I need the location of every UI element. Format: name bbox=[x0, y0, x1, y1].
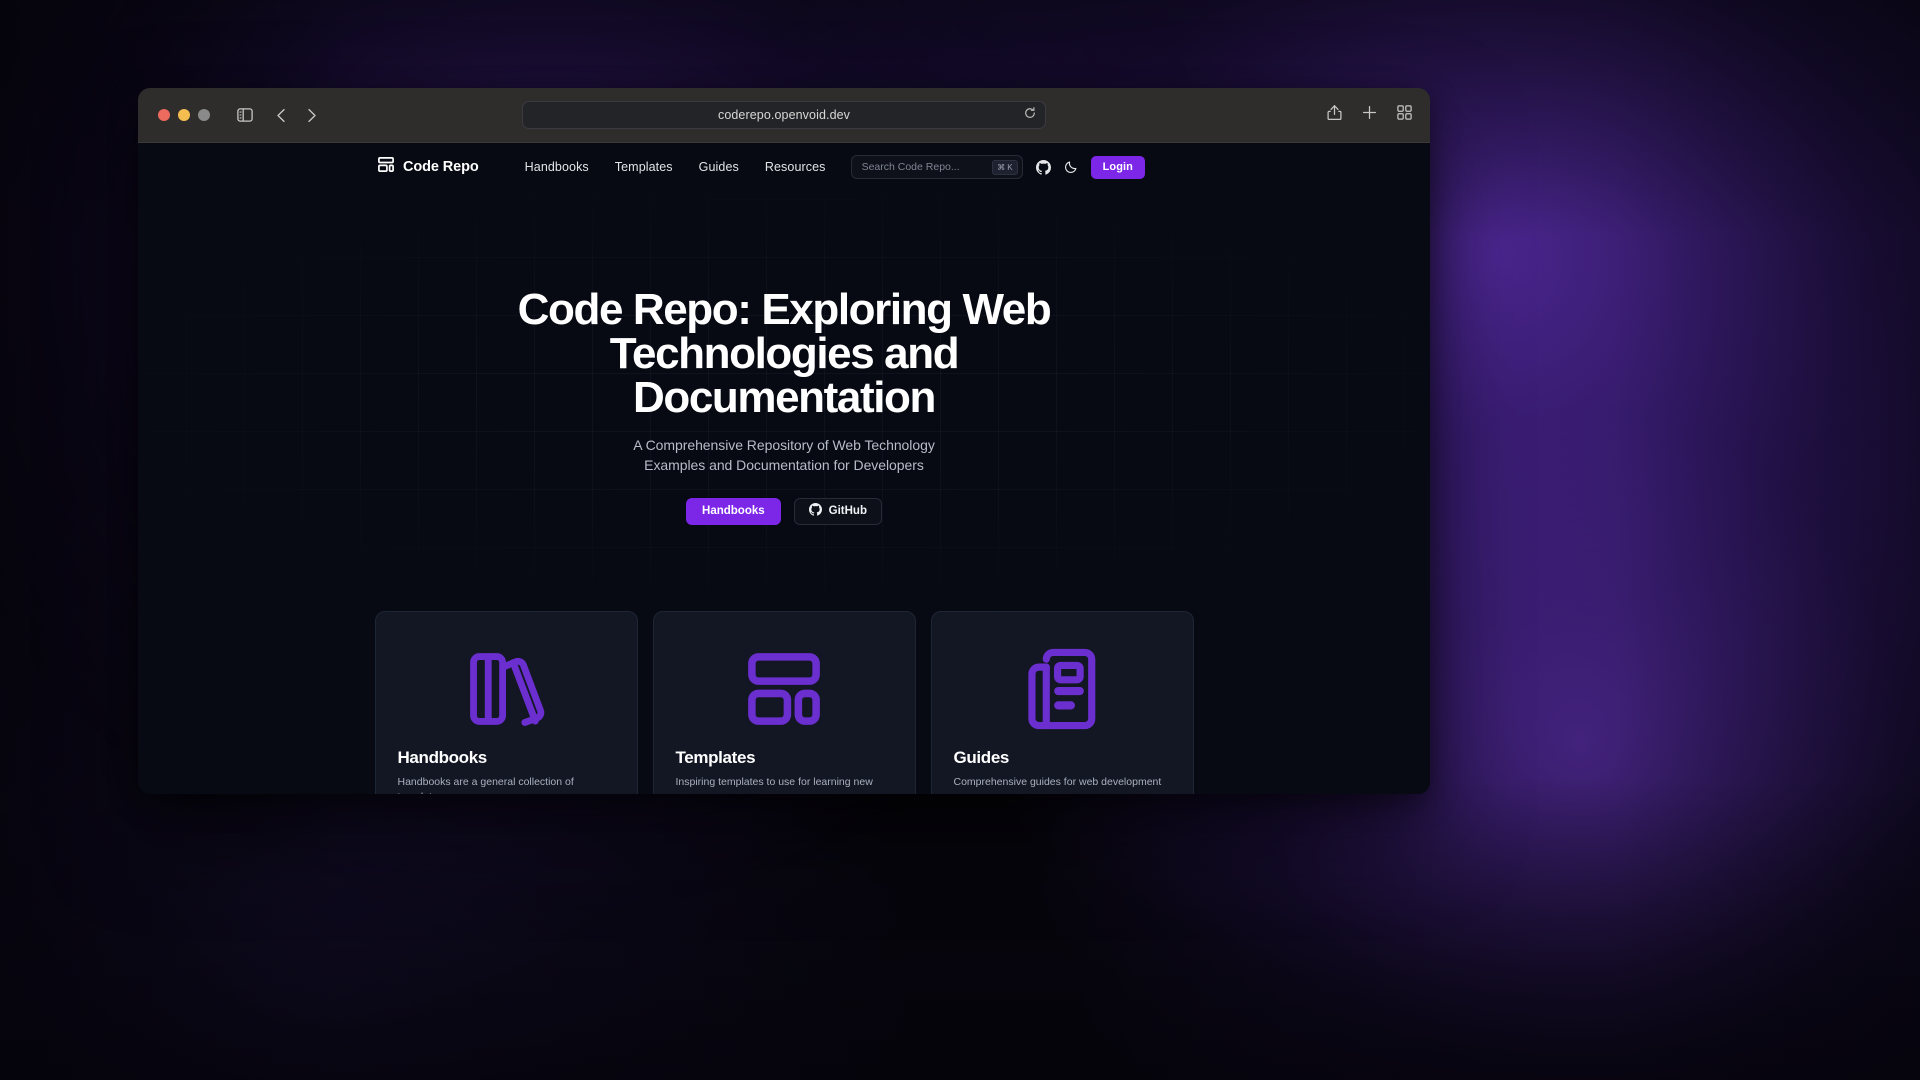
close-window-button[interactable] bbox=[158, 109, 170, 121]
nav-link-templates[interactable]: Templates bbox=[615, 160, 673, 174]
plus-icon[interactable] bbox=[1362, 105, 1377, 125]
feature-card-handbooks[interactable]: Handbooks Handbooks are a general collec… bbox=[374, 611, 638, 794]
page-title: Code Repo: Exploring Web Technologies an… bbox=[517, 285, 1052, 422]
address-bar-container: coderepo.openvoid.dev bbox=[138, 101, 1430, 129]
layout-dashboard-icon bbox=[743, 640, 825, 738]
back-button[interactable] bbox=[266, 101, 296, 129]
nav-link-guides[interactable]: Guides bbox=[699, 160, 739, 174]
url-text: coderepo.openvoid.dev bbox=[717, 108, 851, 122]
minimize-window-button[interactable] bbox=[178, 109, 190, 121]
handbooks-cta-button[interactable]: Handbooks bbox=[686, 497, 781, 525]
desktop-backdrop: coderepo.openvoid.dev Code Repo Handbook… bbox=[0, 0, 1920, 1080]
card-body: Handbooks Handbooks are a general collec… bbox=[398, 748, 615, 794]
search-shortcut-badge: ⌘ K bbox=[992, 159, 1018, 175]
sidebar-icon[interactable] bbox=[230, 101, 260, 129]
card-title: Handbooks bbox=[397, 748, 488, 767]
search-placeholder: Search Code Repo... bbox=[861, 161, 960, 173]
brand-name: Code Repo bbox=[403, 159, 479, 175]
github-icon[interactable] bbox=[1035, 159, 1051, 175]
window-traffic-lights bbox=[158, 109, 210, 121]
share-icon[interactable] bbox=[1327, 104, 1342, 126]
feature-card-templates[interactable]: Templates Inspiring templates to use for… bbox=[652, 611, 916, 794]
zoom-window-button[interactable] bbox=[198, 109, 210, 121]
layout-dashboard-icon bbox=[378, 157, 394, 177]
navbar-links: Handbooks Templates Guides Resources bbox=[525, 160, 826, 174]
card-body: Guides Comprehensive guides for web deve… bbox=[954, 748, 1171, 790]
navbar-right: Search Code Repo... ⌘ K Login bbox=[850, 155, 1145, 179]
brand-logo[interactable]: Code Repo bbox=[378, 157, 479, 177]
browser-nav-controls bbox=[230, 101, 326, 129]
card-body: Templates Inspiring templates to use for… bbox=[676, 748, 893, 790]
hero-section: Code Repo: Exploring Web Technologies an… bbox=[138, 191, 1430, 611]
browser-toolbar: coderepo.openvoid.dev bbox=[138, 88, 1430, 143]
card-description: Handbooks are a general collection of te… bbox=[397, 776, 574, 794]
card-description: Comprehensive guides for web development bbox=[953, 776, 1162, 788]
browser-window: coderepo.openvoid.dev Code Repo Handbook… bbox=[138, 88, 1430, 794]
login-button[interactable]: Login bbox=[1090, 155, 1145, 179]
feature-card-guides[interactable]: Guides Comprehensive guides for web deve… bbox=[930, 611, 1194, 794]
hero-cta-group: Handbooks GitHub bbox=[138, 497, 1430, 525]
navbar-left: Code Repo Handbooks Templates Guides Res… bbox=[378, 157, 826, 177]
books-icon bbox=[465, 640, 547, 738]
reload-icon[interactable] bbox=[1024, 106, 1036, 124]
forward-button[interactable] bbox=[296, 101, 326, 129]
shortcut-modifier: ⌘ bbox=[997, 162, 1006, 172]
github-cta-label: GitHub bbox=[828, 505, 867, 518]
site-navbar: Code Repo Handbooks Templates Guides Res… bbox=[138, 143, 1430, 191]
feature-card-grid: Handbooks Handbooks are a general collec… bbox=[138, 611, 1430, 794]
page-viewport: Code Repo Handbooks Templates Guides Res… bbox=[138, 143, 1430, 794]
browser-toolbar-actions bbox=[1327, 104, 1412, 126]
nav-link-resources[interactable]: Resources bbox=[765, 160, 826, 174]
nav-link-handbooks[interactable]: Handbooks bbox=[525, 160, 589, 174]
hero-subtitle: A Comprehensive Repository of Web Techno… bbox=[633, 437, 935, 473]
hero-content: Code Repo: Exploring Web Technologies an… bbox=[138, 191, 1430, 525]
search-input[interactable]: Search Code Repo... ⌘ K bbox=[850, 155, 1023, 179]
shortcut-key: K bbox=[1007, 162, 1013, 172]
address-bar[interactable]: coderepo.openvoid.dev bbox=[522, 101, 1046, 129]
card-title: Guides bbox=[953, 748, 1010, 767]
moon-icon[interactable] bbox=[1064, 160, 1078, 174]
github-cta-button[interactable]: GitHub bbox=[793, 497, 882, 525]
newspaper-icon bbox=[1021, 640, 1103, 738]
card-description: Inspiring templates to use for learning … bbox=[675, 776, 873, 788]
card-title: Templates bbox=[675, 748, 756, 767]
tab-grid-icon[interactable] bbox=[1397, 105, 1412, 125]
github-icon bbox=[808, 503, 822, 519]
